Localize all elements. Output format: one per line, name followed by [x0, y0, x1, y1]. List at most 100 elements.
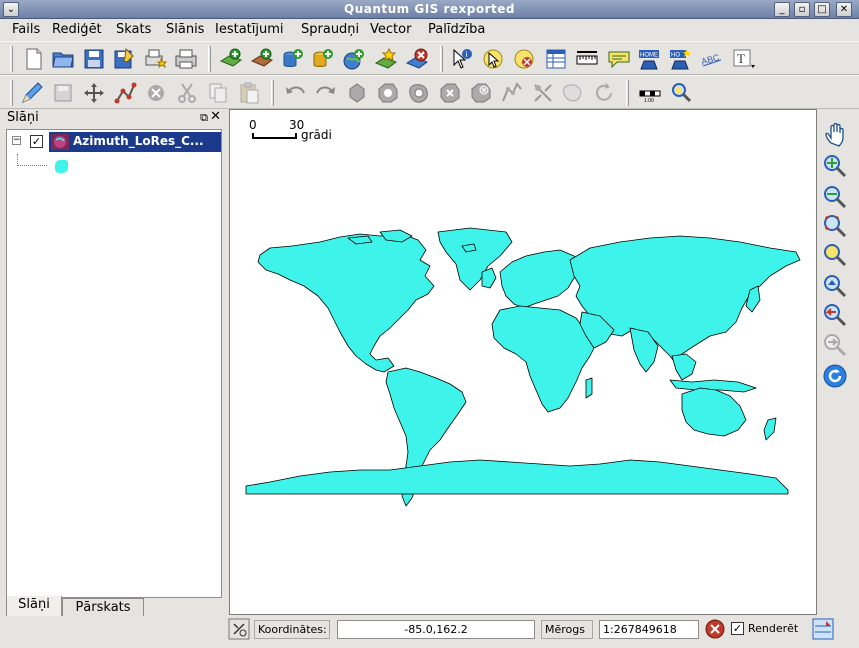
layer-item[interactable]: Azimuth_LoRes_C... — [49, 132, 221, 152]
coordinates-label: Koordinātes: — [254, 620, 330, 639]
print-icon[interactable] — [174, 47, 198, 71]
menu-help[interactable]: Palīdzība — [428, 22, 485, 37]
refresh-map-icon[interactable] — [822, 363, 848, 389]
restore-button[interactable]: ▫ — [794, 2, 810, 17]
menu-layer[interactable]: Slānis — [166, 22, 204, 37]
remove-layer-icon[interactable] — [405, 47, 429, 71]
node-tool-icon[interactable] — [113, 81, 137, 105]
copy-icon[interactable] — [206, 81, 230, 105]
toolbar-handle[interactable] — [10, 80, 13, 106]
scale-field[interactable]: 1:267849618 — [599, 620, 699, 639]
open-project-icon[interactable] — [51, 47, 75, 71]
toolbar-handle[interactable] — [626, 80, 629, 106]
redo-icon[interactable] — [314, 81, 338, 105]
maximize-button[interactable]: □ — [814, 2, 830, 17]
paste-icon[interactable] — [237, 81, 261, 105]
split-icon[interactable] — [531, 81, 555, 105]
toggle-editing-icon[interactable] — [20, 81, 44, 105]
save-project-icon[interactable] — [82, 47, 106, 71]
zoom-out-icon[interactable] — [822, 184, 848, 210]
toolbar-handle[interactable] — [271, 80, 274, 106]
zoom-selection-icon[interactable] — [822, 273, 848, 299]
tab-layers[interactable]: Slāņi — [6, 596, 62, 618]
zoom-next-icon[interactable] — [822, 332, 848, 358]
deselect-icon[interactable] — [512, 47, 536, 71]
pan-icon[interactable] — [822, 121, 848, 147]
madagascar — [585, 377, 593, 399]
menu-plugins[interactable]: Spraudņi — [301, 22, 359, 37]
label-icon[interactable]: ABC — [700, 47, 724, 71]
new-bookmark-icon[interactable]: HO — [668, 47, 692, 71]
world-map — [245, 227, 801, 507]
layers-panel-header: Slāņi ⧉ ✕ — [3, 109, 224, 128]
measure-icon[interactable] — [575, 47, 599, 71]
float-panel-icon[interactable]: ⧉ — [200, 111, 208, 125]
projection-icon[interactable] — [812, 618, 834, 640]
menu-settings[interactable]: Iestatījumi — [215, 22, 284, 37]
save-edits-icon[interactable] — [51, 81, 75, 105]
zoom-in-icon[interactable] — [822, 153, 848, 179]
menubar: Fails Rediģēt Skats Slānis Iestatījumi S… — [0, 19, 859, 41]
zoom-layer-icon[interactable] — [822, 242, 848, 268]
add-spatialite-layer-icon[interactable] — [311, 47, 335, 71]
stop-render-icon[interactable] — [705, 619, 725, 639]
toolbar-handle[interactable] — [208, 46, 211, 72]
cut-icon[interactable] — [175, 81, 199, 105]
undo-icon[interactable] — [283, 81, 307, 105]
add-part-icon[interactable] — [407, 81, 431, 105]
delete-ring-icon[interactable] — [438, 81, 462, 105]
save-as-icon[interactable] — [112, 47, 136, 71]
move-feature-icon[interactable] — [82, 81, 106, 105]
render-label: Renderēt — [748, 622, 799, 635]
render-checkbox[interactable]: ✓ — [731, 622, 744, 635]
toolbar-handle[interactable] — [440, 46, 443, 72]
svg-text:HO: HO — [671, 53, 680, 59]
minimize-button[interactable]: _ — [774, 2, 790, 17]
close-panel-icon[interactable]: ✕ — [210, 109, 221, 124]
map-navigation-toolbar — [818, 109, 855, 615]
menu-view[interactable]: Skats — [116, 22, 151, 37]
attribute-table-icon[interactable] — [544, 47, 568, 71]
menu-fails[interactable]: Fails — [12, 22, 40, 37]
select-icon[interactable] — [481, 47, 505, 71]
home-icon[interactable]: HOME — [637, 47, 661, 71]
svg-text:ABC: ABC — [700, 52, 721, 67]
reshape-icon[interactable] — [500, 81, 524, 105]
delete-selected-icon[interactable] — [144, 81, 168, 105]
identify-icon[interactable]: i — [450, 47, 474, 71]
collapse-icon[interactable]: − — [12, 136, 21, 145]
svg-text:1:00: 1:00 — [644, 98, 654, 104]
layer-symbol-swatch — [55, 160, 68, 173]
layer-tree[interactable]: − ✓ Azimuth_LoRes_C... — [6, 129, 222, 598]
text-annotation-icon[interactable]: T — [732, 47, 756, 71]
new-vector-layer-icon[interactable] — [374, 47, 398, 71]
tab-overview[interactable]: Pārskats — [62, 598, 144, 618]
delete-part-icon[interactable] — [469, 81, 493, 105]
add-ring-icon[interactable] — [376, 81, 400, 105]
menu-vector[interactable]: Vector — [370, 22, 411, 37]
coordinates-field[interactable]: -85.0,162.2 — [337, 620, 535, 639]
print-composer-icon[interactable] — [143, 47, 168, 71]
zoom-full-icon[interactable] — [822, 213, 848, 239]
toggle-coordinates-icon[interactable] — [228, 618, 250, 640]
simplify-icon[interactable] — [345, 81, 369, 105]
zoom-selection-icon[interactable] — [669, 81, 693, 105]
add-vector-layer-icon[interactable] — [219, 47, 243, 71]
add-wms-layer-icon[interactable] — [342, 47, 366, 71]
layer-visibility-checkbox[interactable]: ✓ — [30, 135, 43, 148]
scale-label: Mērogs — [541, 620, 593, 639]
toolbar-handle[interactable] — [10, 46, 13, 72]
svg-text:T: T — [737, 51, 745, 66]
scale-icon[interactable]: 1:00 — [638, 81, 662, 105]
window-titlebar: ⌄ Quantum GIS rexported _ ▫ □ ✕ — [0, 0, 859, 19]
new-project-icon[interactable] — [22, 47, 46, 71]
zoom-last-icon[interactable] — [822, 302, 848, 328]
add-raster-layer-icon[interactable] — [250, 47, 274, 71]
rotate-icon[interactable] — [592, 81, 616, 105]
close-button[interactable]: ✕ — [836, 2, 852, 17]
map-canvas[interactable]: 0 30 grādi — [229, 109, 817, 615]
add-postgis-layer-icon[interactable] — [281, 47, 305, 71]
menu-edit[interactable]: Rediģēt — [52, 22, 102, 37]
merge-icon[interactable] — [561, 81, 585, 105]
map-tips-icon[interactable] — [607, 47, 631, 71]
